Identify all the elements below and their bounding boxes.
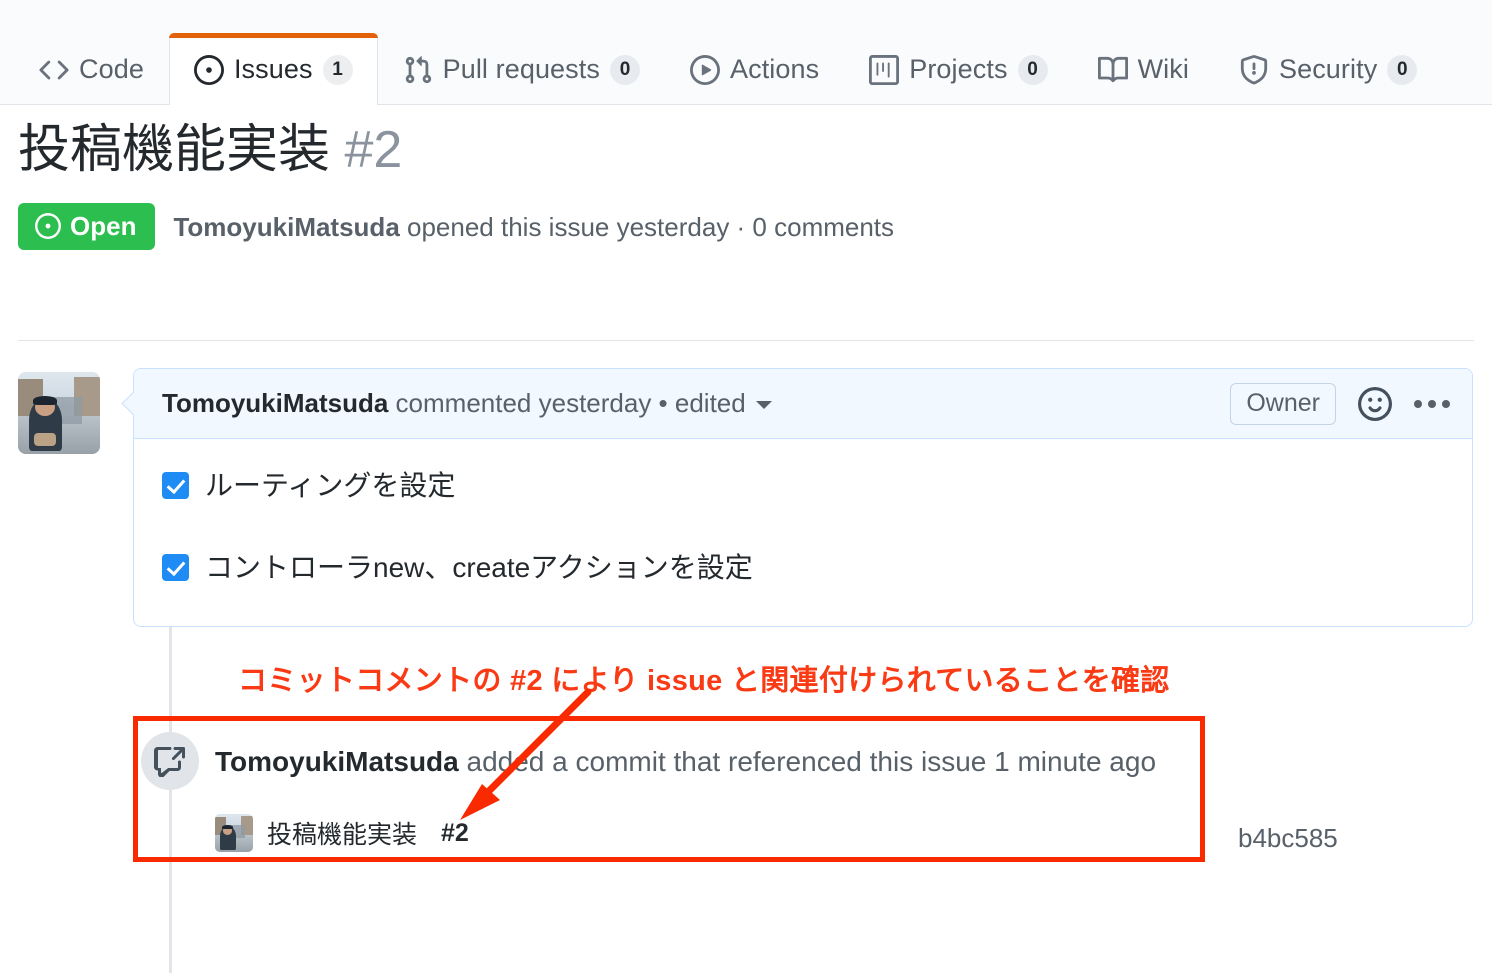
kebab-dot (1414, 399, 1422, 408)
issue-header: 投稿機能実装 #2 Open TomoyukiMatsuda opened th… (18, 118, 1474, 250)
avatar-hat (221, 825, 234, 830)
task-list-item[interactable]: コントローラnew、createアクションを設定 (162, 551, 1442, 585)
task-label: コントローラnew、createアクションを設定 (205, 551, 753, 583)
tab-pull-requests[interactable]: Pull requests 0 (378, 33, 665, 105)
commit-message[interactable]: 投稿機能実装 (267, 815, 417, 851)
status-badge-label: Open (70, 211, 137, 241)
book-icon (1097, 55, 1128, 85)
comment-byline-rest: commented yesterday • edited (388, 388, 746, 418)
header-divider (18, 340, 1474, 341)
comment-body: ルーティングを設定 コントローラnew、createアクションを設定 (134, 439, 1472, 626)
kebab-dot (1428, 399, 1436, 408)
commit-sha[interactable]: b4bc585 (1238, 823, 1338, 854)
avatar-bag (34, 432, 56, 446)
issue-opened-icon (35, 213, 61, 239)
play-icon (689, 54, 720, 85)
task-list-item[interactable]: ルーティングを設定 (162, 469, 1442, 503)
tab-label-issues: Issues (233, 54, 313, 84)
tab-counter-pull-requests: 0 (609, 54, 640, 85)
cross-reference-icon (141, 732, 199, 790)
repo-nav-bar: Code Issues 1 Pull requests 0 Actions Pr… (0, 0, 1492, 105)
tab-label-code: Code (79, 54, 144, 84)
kebab-dot (1442, 399, 1450, 408)
chevron-down-icon[interactable] (755, 401, 772, 410)
tab-wiki[interactable]: Wiki (1073, 33, 1214, 105)
cross-reference-actor[interactable]: TomoyukiMatsuda (215, 746, 459, 777)
comment-actions: Owner (1230, 382, 1450, 425)
tab-label-wiki: Wiki (1137, 54, 1189, 84)
comment-byline: TomoyukiMatsuda commented yesterday • ed… (162, 388, 772, 419)
tab-label-projects: Projects (909, 54, 1008, 84)
git-pull-request-icon (403, 55, 433, 85)
comment-header: TomoyukiMatsuda commented yesterday • ed… (134, 369, 1472, 439)
repo-tab-list: Code Issues 1 Pull requests 0 Actions Pr… (14, 0, 1442, 105)
annotation-text: コミットコメントの #2 により issue と関連付けられていることを確認 (238, 665, 1170, 697)
kebab-horizontal-icon[interactable] (1414, 399, 1450, 408)
issue-number: #2 (344, 121, 403, 179)
commit-author-avatar (215, 814, 253, 852)
tab-projects[interactable]: Projects 0 (844, 33, 1072, 105)
tab-counter-projects: 0 (1017, 54, 1048, 85)
avatar-hat (32, 395, 58, 405)
comment-author[interactable]: TomoyukiMatsuda (162, 388, 388, 418)
tab-issues[interactable]: Issues 1 (168, 33, 378, 105)
tab-counter-security: 0 (1387, 54, 1418, 85)
cross-reference-text: TomoyukiMatsuda added a commit that refe… (215, 746, 1156, 778)
issue-opened-icon (193, 54, 224, 85)
tab-label-security: Security (1278, 54, 1378, 84)
tab-label-pull-requests: Pull requests (442, 54, 600, 84)
avatar[interactable] (18, 372, 100, 454)
page-title: 投稿機能実装 #2 (18, 118, 1474, 183)
commit-issue-reference[interactable]: #2 (441, 819, 469, 848)
tab-actions[interactable]: Actions (665, 33, 844, 105)
cross-reference-event: TomoyukiMatsuda added a commit that refe… (133, 716, 1205, 861)
comment-card: TomoyukiMatsuda commented yesterday • ed… (133, 368, 1473, 628)
issue-author[interactable]: TomoyukiMatsuda (173, 212, 399, 242)
issue-meta-text: TomoyukiMatsuda opened this issue yester… (173, 214, 894, 240)
tab-security[interactable]: Security 0 (1214, 33, 1442, 105)
referenced-commit-row[interactable]: 投稿機能実装 #2 (215, 814, 469, 852)
code-icon (39, 55, 69, 85)
tab-code[interactable]: Code (14, 33, 169, 105)
project-icon (869, 54, 900, 85)
smiley-icon[interactable] (1358, 386, 1392, 421)
task-label: ルーティングを設定 (205, 470, 456, 501)
shield-icon (1239, 54, 1269, 85)
task-checkbox[interactable] (162, 472, 189, 500)
task-checkbox[interactable] (162, 553, 189, 581)
issue-meta-row: Open TomoyukiMatsuda opened this issue y… (18, 203, 1474, 250)
tab-counter-issues: 1 (322, 54, 353, 85)
role-badge-owner: Owner (1230, 382, 1336, 425)
status-badge: Open (18, 203, 156, 250)
issue-title-text: 投稿機能実装 (18, 121, 331, 179)
tab-label-actions: Actions (729, 54, 820, 84)
issue-meta-rest: opened this issue yesterday · 0 comments (399, 211, 895, 242)
cross-reference-rest: added a commit that referenced this issu… (458, 746, 1157, 777)
